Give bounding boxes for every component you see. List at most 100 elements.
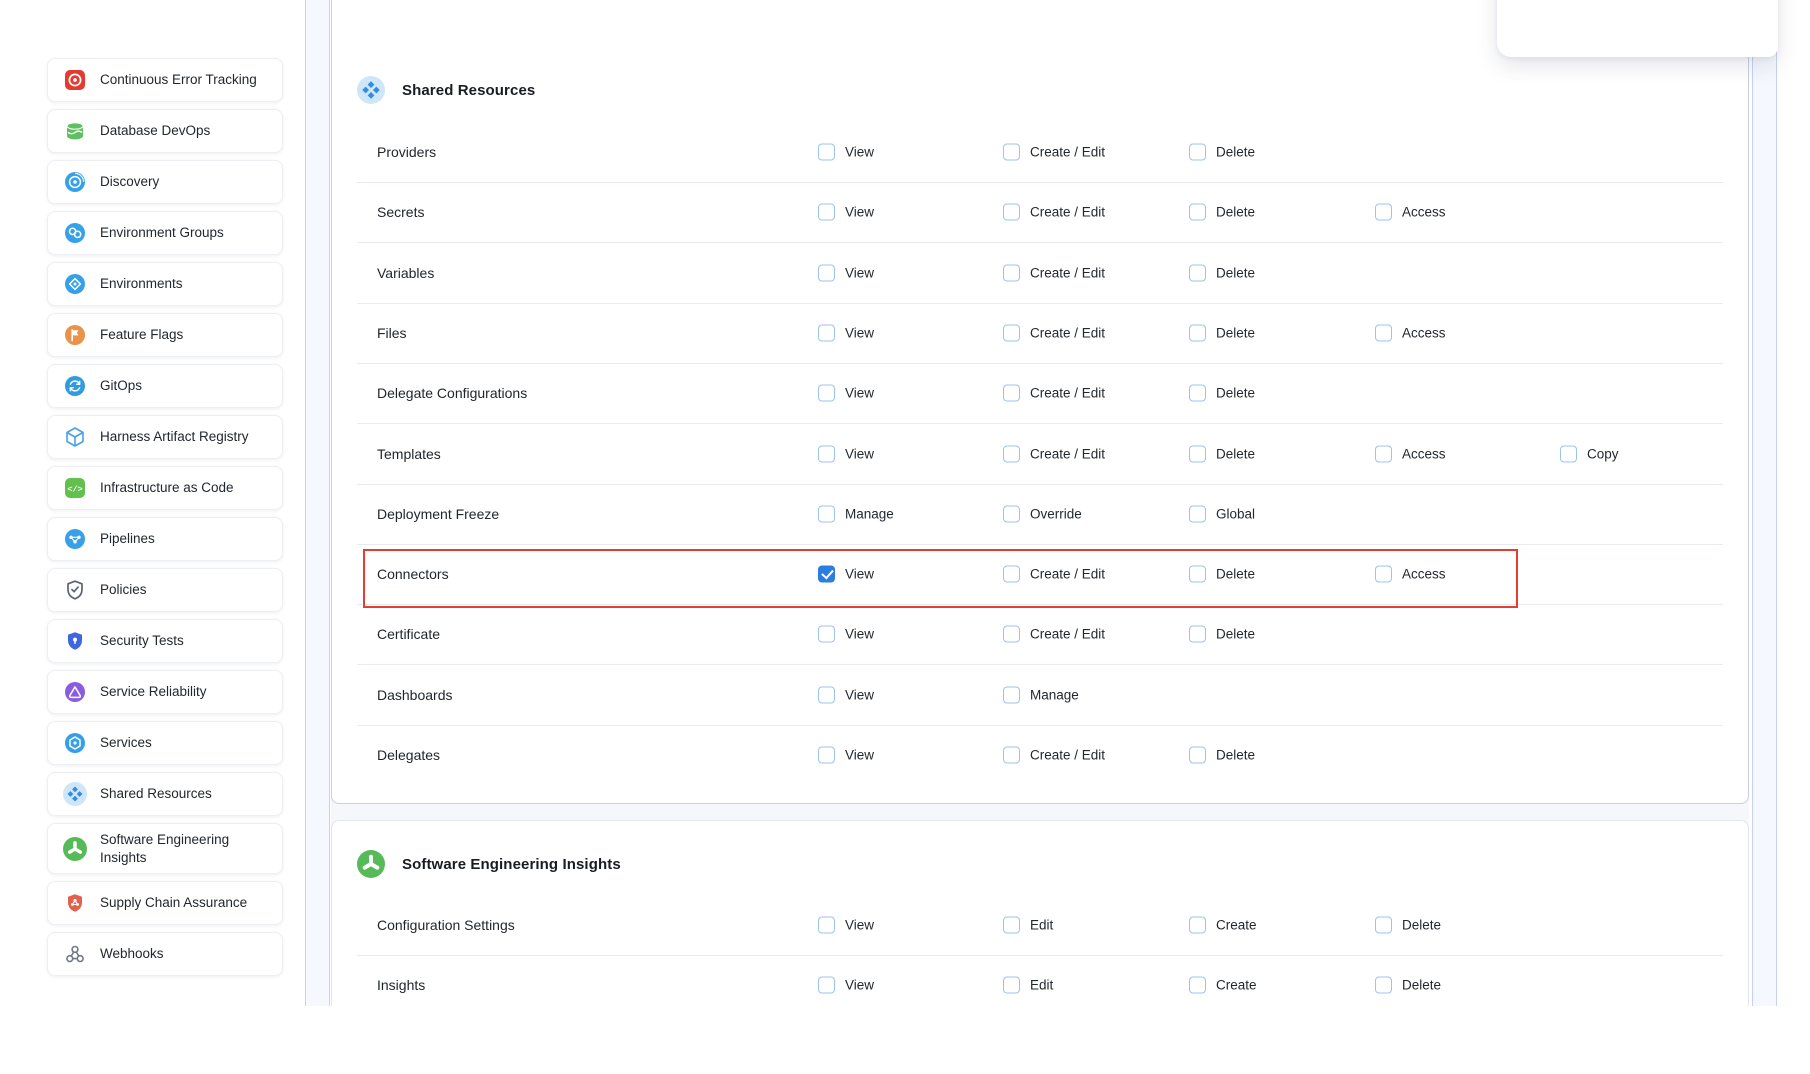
- permission-label: Create / Edit: [1030, 386, 1105, 401]
- sidebar-item-pipelines[interactable]: Pipelines: [47, 517, 283, 561]
- permission-label: View: [845, 205, 874, 220]
- delete-checkbox[interactable]: [1189, 385, 1206, 402]
- sidebar-item-label: Pipelines: [100, 530, 155, 548]
- edit-checkbox[interactable]: [1003, 917, 1020, 934]
- create-edit-checkbox[interactable]: [1003, 324, 1020, 341]
- sidebar-item-policies[interactable]: Policies: [47, 568, 283, 612]
- manage-checkbox[interactable]: [818, 505, 835, 522]
- sidebar-item-service-reliability[interactable]: Service Reliability: [47, 670, 283, 714]
- sidebar-item-environments[interactable]: Environments: [47, 262, 283, 306]
- right-scrollbar-track[interactable]: [1752, 0, 1777, 1006]
- edit-checkbox[interactable]: [1003, 977, 1020, 994]
- sidebar-item-discovery[interactable]: Discovery: [47, 160, 283, 204]
- create-edit-checkbox[interactable]: [1003, 204, 1020, 221]
- access-checkbox[interactable]: [1375, 324, 1392, 341]
- permission-row-delegate-configurations: Delegate ConfigurationsViewCreate / Edit…: [357, 363, 1723, 424]
- sidebar-item-services[interactable]: Services: [47, 721, 283, 765]
- sidebar-item-environment-groups[interactable]: Environment Groups: [47, 211, 283, 255]
- sidebar-item-continuous-error-tracking[interactable]: Continuous Error Tracking: [47, 58, 283, 102]
- copy-checkbox[interactable]: [1560, 445, 1577, 462]
- permission-global: Global: [1189, 505, 1255, 522]
- create-edit-checkbox[interactable]: [1003, 264, 1020, 281]
- permission-label: Create / Edit: [1030, 265, 1105, 280]
- sidebar-item-feature-flags[interactable]: Feature Flags: [47, 313, 283, 357]
- view-checkbox[interactable]: [818, 324, 835, 341]
- access-checkbox[interactable]: [1375, 445, 1392, 462]
- delete-checkbox[interactable]: [1189, 747, 1206, 764]
- resource-name: Connectors: [377, 566, 449, 582]
- services-icon: [63, 731, 87, 755]
- sidebar-item-supply-chain-assurance[interactable]: Supply Chain Assurance: [47, 881, 283, 925]
- sidebar-item-shared-resources[interactable]: Shared Resources: [47, 772, 283, 816]
- resource-type-sidebar: Continuous Error Tracking Database DevOps…: [47, 58, 283, 976]
- permission-label: View: [845, 446, 874, 461]
- create-edit-checkbox[interactable]: [1003, 385, 1020, 402]
- access-checkbox[interactable]: [1375, 566, 1392, 583]
- delete-checkbox[interactable]: [1189, 626, 1206, 643]
- delete-checkbox[interactable]: [1375, 977, 1392, 994]
- permission-label: Delete: [1216, 627, 1255, 642]
- permission-create-edit: Create / Edit: [1003, 324, 1105, 341]
- permission-label: Delete: [1216, 446, 1255, 461]
- override-checkbox[interactable]: [1003, 505, 1020, 522]
- resource-name: Templates: [377, 446, 441, 462]
- sidebar-item-harness-artifact-registry[interactable]: Harness Artifact Registry: [47, 415, 283, 459]
- delete-checkbox[interactable]: [1189, 144, 1206, 161]
- delete-checkbox[interactable]: [1189, 324, 1206, 341]
- view-checkbox[interactable]: [818, 204, 835, 221]
- permission-access: Access: [1375, 204, 1446, 221]
- sidebar-item-label: Service Reliability: [100, 683, 207, 701]
- left-scrollbar-track[interactable]: [305, 0, 330, 1006]
- permission-override: Override: [1003, 505, 1082, 522]
- view-checkbox[interactable]: [818, 385, 835, 402]
- permission-row-deployment-freeze: Deployment FreezeManageOverrideGlobal: [357, 484, 1723, 545]
- permission-access: Access: [1375, 566, 1446, 583]
- view-checkbox[interactable]: [818, 264, 835, 281]
- view-checkbox[interactable]: [818, 747, 835, 764]
- resource-name: Variables: [377, 265, 434, 281]
- permission-create-edit: Create / Edit: [1003, 264, 1105, 281]
- view-checkbox[interactable]: [818, 917, 835, 934]
- view-checkbox[interactable]: [818, 977, 835, 994]
- delete-checkbox[interactable]: [1375, 917, 1392, 934]
- create-edit-checkbox[interactable]: [1003, 626, 1020, 643]
- view-checkbox[interactable]: [818, 566, 835, 583]
- sidebar-item-security-tests[interactable]: Security Tests: [47, 619, 283, 663]
- create-edit-checkbox[interactable]: [1003, 747, 1020, 764]
- sidebar-item-gitops[interactable]: GitOps: [47, 364, 283, 408]
- infrastructure-as-code-icon: </>: [63, 476, 87, 500]
- resource-name: Secrets: [377, 204, 424, 220]
- manage-checkbox[interactable]: [1003, 686, 1020, 703]
- permission-view: View: [818, 324, 874, 341]
- delete-checkbox[interactable]: [1189, 445, 1206, 462]
- delete-checkbox[interactable]: [1189, 566, 1206, 583]
- permission-label: Create / Edit: [1030, 325, 1105, 340]
- permission-create-edit: Create / Edit: [1003, 747, 1105, 764]
- permission-label: Delete: [1216, 145, 1255, 160]
- permission-delete: Delete: [1189, 626, 1255, 643]
- delete-checkbox[interactable]: [1189, 204, 1206, 221]
- sidebar-item-infrastructure-as-code[interactable]: </>Infrastructure as Code: [47, 466, 283, 510]
- global-checkbox[interactable]: [1189, 505, 1206, 522]
- view-checkbox[interactable]: [818, 445, 835, 462]
- create-checkbox[interactable]: [1189, 977, 1206, 994]
- sidebar-item-database-devops[interactable]: Database DevOps: [47, 109, 283, 153]
- view-checkbox[interactable]: [818, 144, 835, 161]
- view-checkbox[interactable]: [818, 686, 835, 703]
- sidebar-item-webhooks[interactable]: Webhooks: [47, 932, 283, 976]
- permission-label: Create / Edit: [1030, 748, 1105, 763]
- delete-checkbox[interactable]: [1189, 264, 1206, 281]
- permission-copy: Copy: [1560, 445, 1619, 462]
- create-edit-checkbox[interactable]: [1003, 144, 1020, 161]
- permission-label: Delete: [1216, 748, 1255, 763]
- view-checkbox[interactable]: [818, 626, 835, 643]
- sidebar-item-software-engineering-insights[interactable]: Software Engineering Insights: [47, 823, 283, 874]
- create-checkbox[interactable]: [1189, 917, 1206, 934]
- continuous-error-tracking-icon: [63, 68, 87, 92]
- sidebar-item-label: Feature Flags: [100, 326, 183, 344]
- access-checkbox[interactable]: [1375, 204, 1392, 221]
- create-edit-checkbox[interactable]: [1003, 566, 1020, 583]
- sidebar-item-label: Policies: [100, 581, 147, 599]
- create-edit-checkbox[interactable]: [1003, 445, 1020, 462]
- permission-label: View: [845, 567, 874, 582]
